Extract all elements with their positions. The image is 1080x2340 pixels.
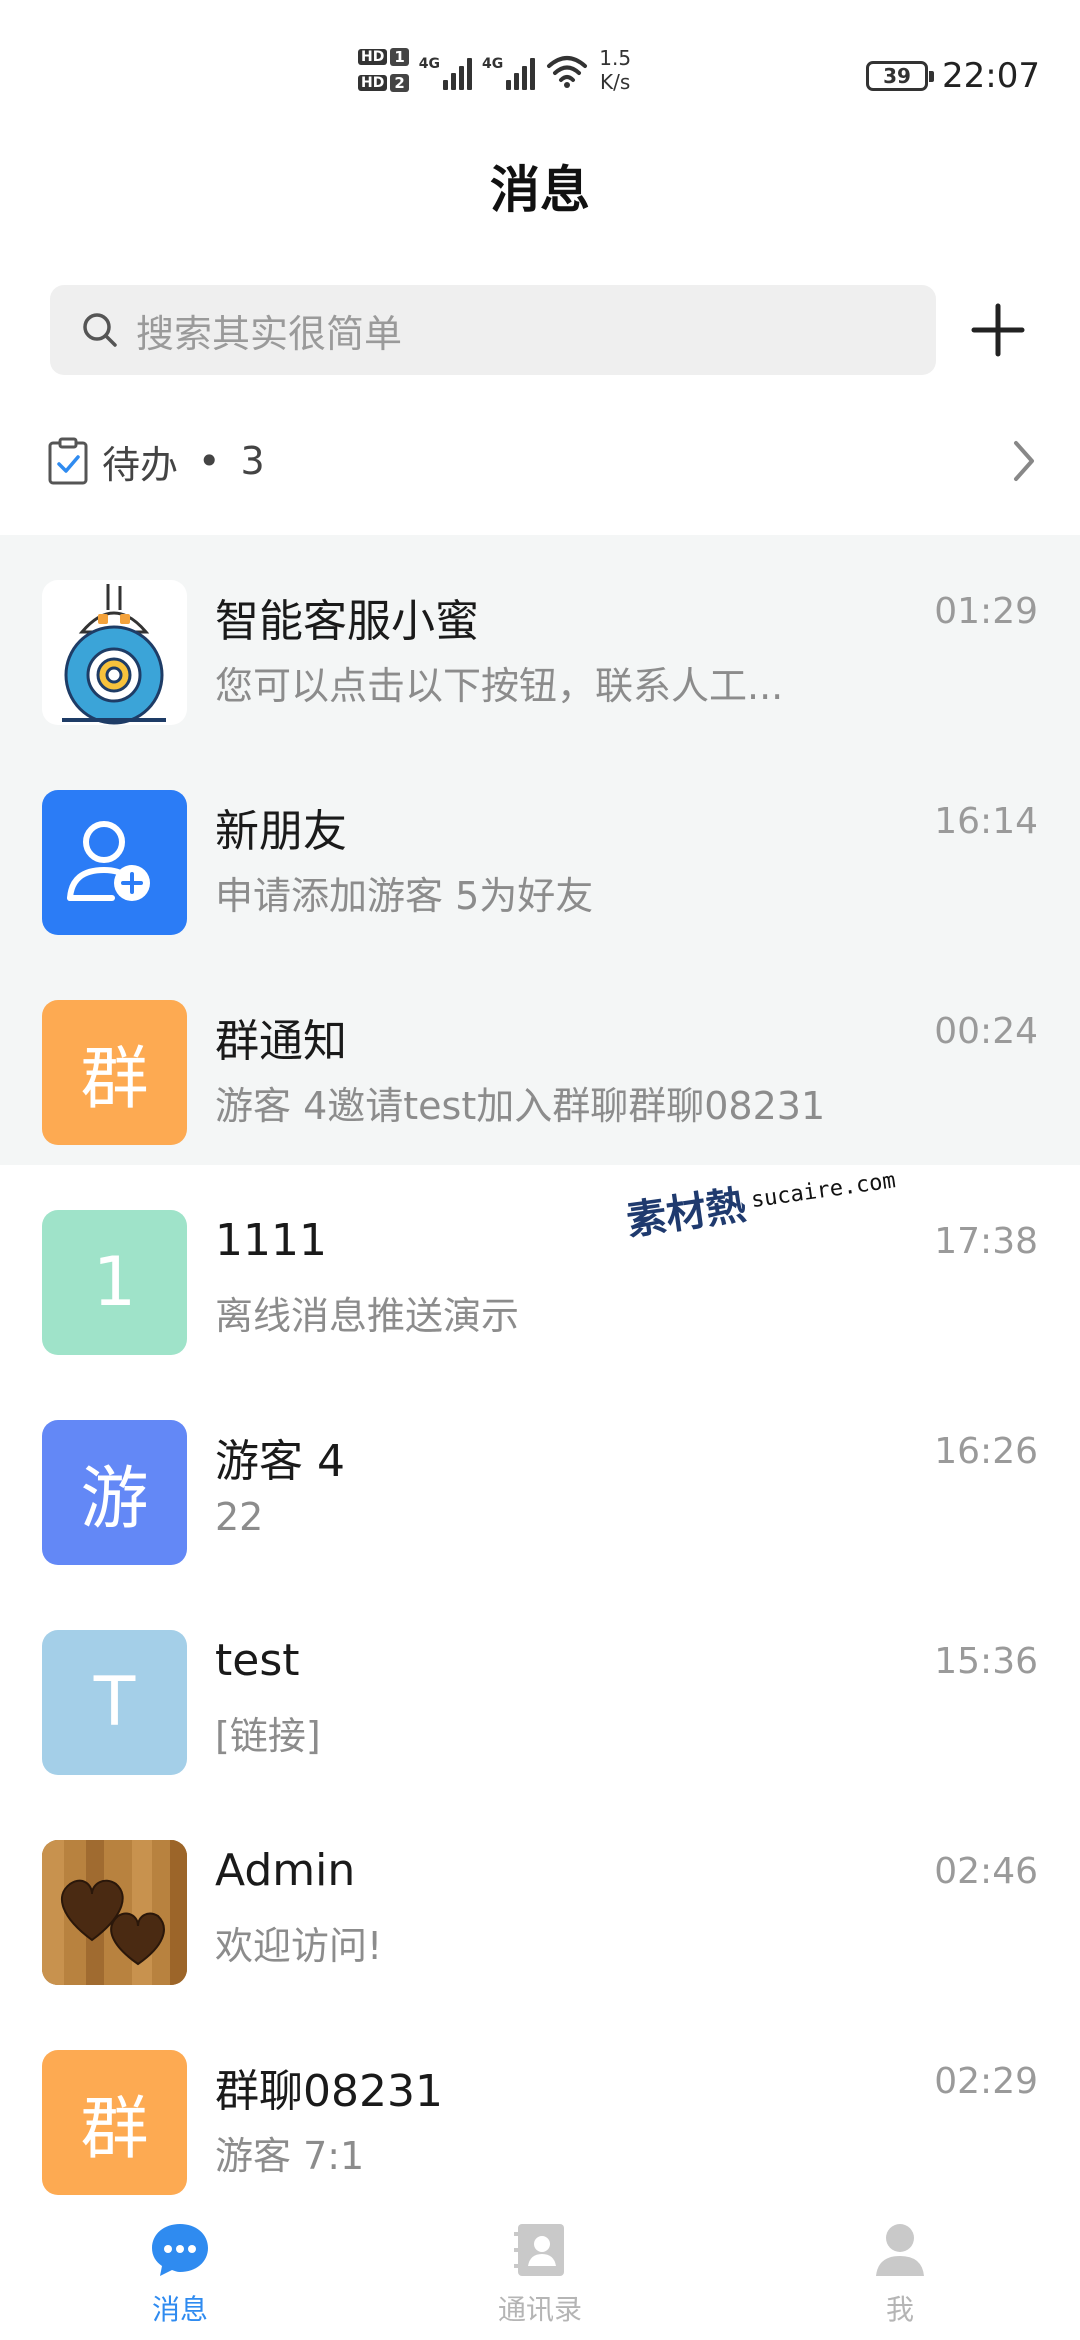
conversation-row[interactable]: 群 群通知 游客 4邀请test加入群聊群聊08231 00:24 — [0, 955, 1080, 1165]
conversation-row[interactable]: Admin 欢迎访问! 02:46 — [0, 1795, 1080, 2005]
conversation-name: test — [215, 1635, 300, 1686]
conversation-time: 15:36 — [934, 1641, 1038, 1682]
plus-icon[interactable] — [968, 300, 1028, 360]
status-time: 22:07 — [942, 56, 1040, 96]
chat-bubble-icon — [152, 2224, 208, 2276]
user-profile-icon — [876, 2224, 924, 2276]
avatar: 游 — [42, 1420, 187, 1565]
tab-me[interactable]: 我 — [720, 2200, 1080, 2340]
conversation-name: 群聊08231 — [215, 2066, 443, 2117]
conversation-row[interactable]: 群 群聊08231 游客 7:1 02:29 — [0, 2005, 1080, 2215]
signal-2-icon: 4G — [482, 50, 536, 90]
tab-label: 消息 — [151, 2293, 208, 2326]
network-speed: 1.5 K/s — [599, 46, 632, 94]
status-right: 39 22:07 — [866, 56, 1040, 96]
conversation-preview: 您可以点击以下按钮，联系人工... — [215, 664, 784, 708]
conversation-name: 群通知 — [215, 1016, 347, 1067]
signal-1-icon: 4G — [419, 50, 473, 90]
conversation-row[interactable]: 游 游客 4 22 16:26 — [0, 1375, 1080, 1585]
todo-entry[interactable]: 待办 • 3 — [48, 425, 1038, 497]
conversation-preview: 离线消息推送演示 — [215, 1294, 520, 1338]
battery-level: 39 — [883, 64, 911, 88]
watermark-en: sucaire.com — [749, 1167, 898, 1213]
conversation-name: 新朋友 — [215, 806, 347, 857]
sim-indicators: HD 1 HD 2 — [358, 48, 409, 92]
tab-messages[interactable]: 消息 — [0, 2200, 360, 2340]
conversation-row[interactable]: 新朋友 申请添加游客 5为好友 16:14 — [0, 745, 1080, 955]
conversation-preview: [链接] — [215, 1714, 321, 1758]
conversation-time: 16:26 — [934, 1431, 1038, 1472]
conversation-preview: 游客 4邀请test加入群聊群聊08231 — [215, 1084, 826, 1128]
conversation-time: 00:24 — [934, 1011, 1038, 1052]
sim1-indicator: HD 1 — [358, 48, 409, 66]
conversation-preview: 申请添加游客 5为好友 — [215, 874, 594, 918]
todo-label: 待办 — [102, 442, 179, 487]
page-title: 消息 — [490, 161, 590, 219]
conversation-time: 17:38 — [934, 1221, 1038, 1262]
conversation-name: 游客 4 — [215, 1436, 345, 1487]
status-bar: HD 1 HD 2 4G 4G 1.5 K/s 39 22:07 — [0, 0, 1080, 150]
tab-label: 通讯录 — [497, 2293, 582, 2326]
avatar: T — [42, 1630, 187, 1775]
avatar: 1 — [42, 1210, 187, 1355]
conversation-time: 01:29 — [934, 591, 1038, 632]
search-bar[interactable]: 搜索其实很简单 — [50, 285, 936, 375]
sim2-indicator: HD 2 — [358, 74, 409, 92]
search-placeholder: 搜索其实很简单 — [136, 311, 403, 356]
status-indicators: HD 1 HD 2 4G 4G 1.5 K/s — [358, 46, 631, 94]
hearts-wood-avatar — [42, 1840, 187, 1985]
conversation-row[interactable]: 智能客服小蜜 您可以点击以下按钮，联系人工... 01:29 — [0, 535, 1080, 745]
conversation-name: Admin — [215, 1845, 356, 1896]
contacts-book-icon — [514, 2224, 564, 2276]
avatar: 群 — [42, 2050, 187, 2195]
conversation-preview: 22 — [215, 1495, 264, 1539]
new-friend-avatar — [42, 790, 187, 935]
conversation-row[interactable]: 1 1111 离线消息推送演示 17:38 — [0, 1165, 1080, 1375]
add-user-icon — [67, 821, 150, 901]
todo-separator: • — [198, 439, 221, 483]
bottom-tab-bar: 消息 通讯录 我 — [0, 2200, 1080, 2340]
conversation-time: 02:29 — [934, 2061, 1038, 2102]
tab-contacts[interactable]: 通讯录 — [360, 2200, 720, 2340]
conversation-row[interactable]: T test [链接] 15:36 — [0, 1585, 1080, 1795]
tab-label: 我 — [885, 2293, 914, 2326]
search-icon — [83, 313, 117, 347]
conversation-preview: 欢迎访问! — [215, 1924, 383, 1968]
avatar: 群 — [42, 1000, 187, 1145]
conversation-name: 智能客服小蜜 — [215, 596, 479, 647]
battery-icon: 39 — [866, 61, 935, 91]
conversation-time: 16:14 — [934, 801, 1038, 842]
hearts-icon — [42, 1840, 187, 1985]
wifi-icon — [547, 56, 588, 88]
conversation-preview: 游客 7:1 — [215, 2134, 365, 2178]
chevron-right-icon — [1014, 441, 1034, 481]
conversation-name: 1111 — [215, 1215, 327, 1266]
todo-count: 3 — [240, 439, 265, 483]
robot-icon — [62, 584, 166, 725]
todo-checklist-icon — [48, 437, 88, 485]
conversation-list: 智能客服小蜜 您可以点击以下按钮，联系人工... 01:29 新朋友 申请添加游… — [0, 535, 1080, 2215]
conversation-time: 02:46 — [934, 1851, 1038, 1892]
robot-avatar — [42, 580, 187, 725]
